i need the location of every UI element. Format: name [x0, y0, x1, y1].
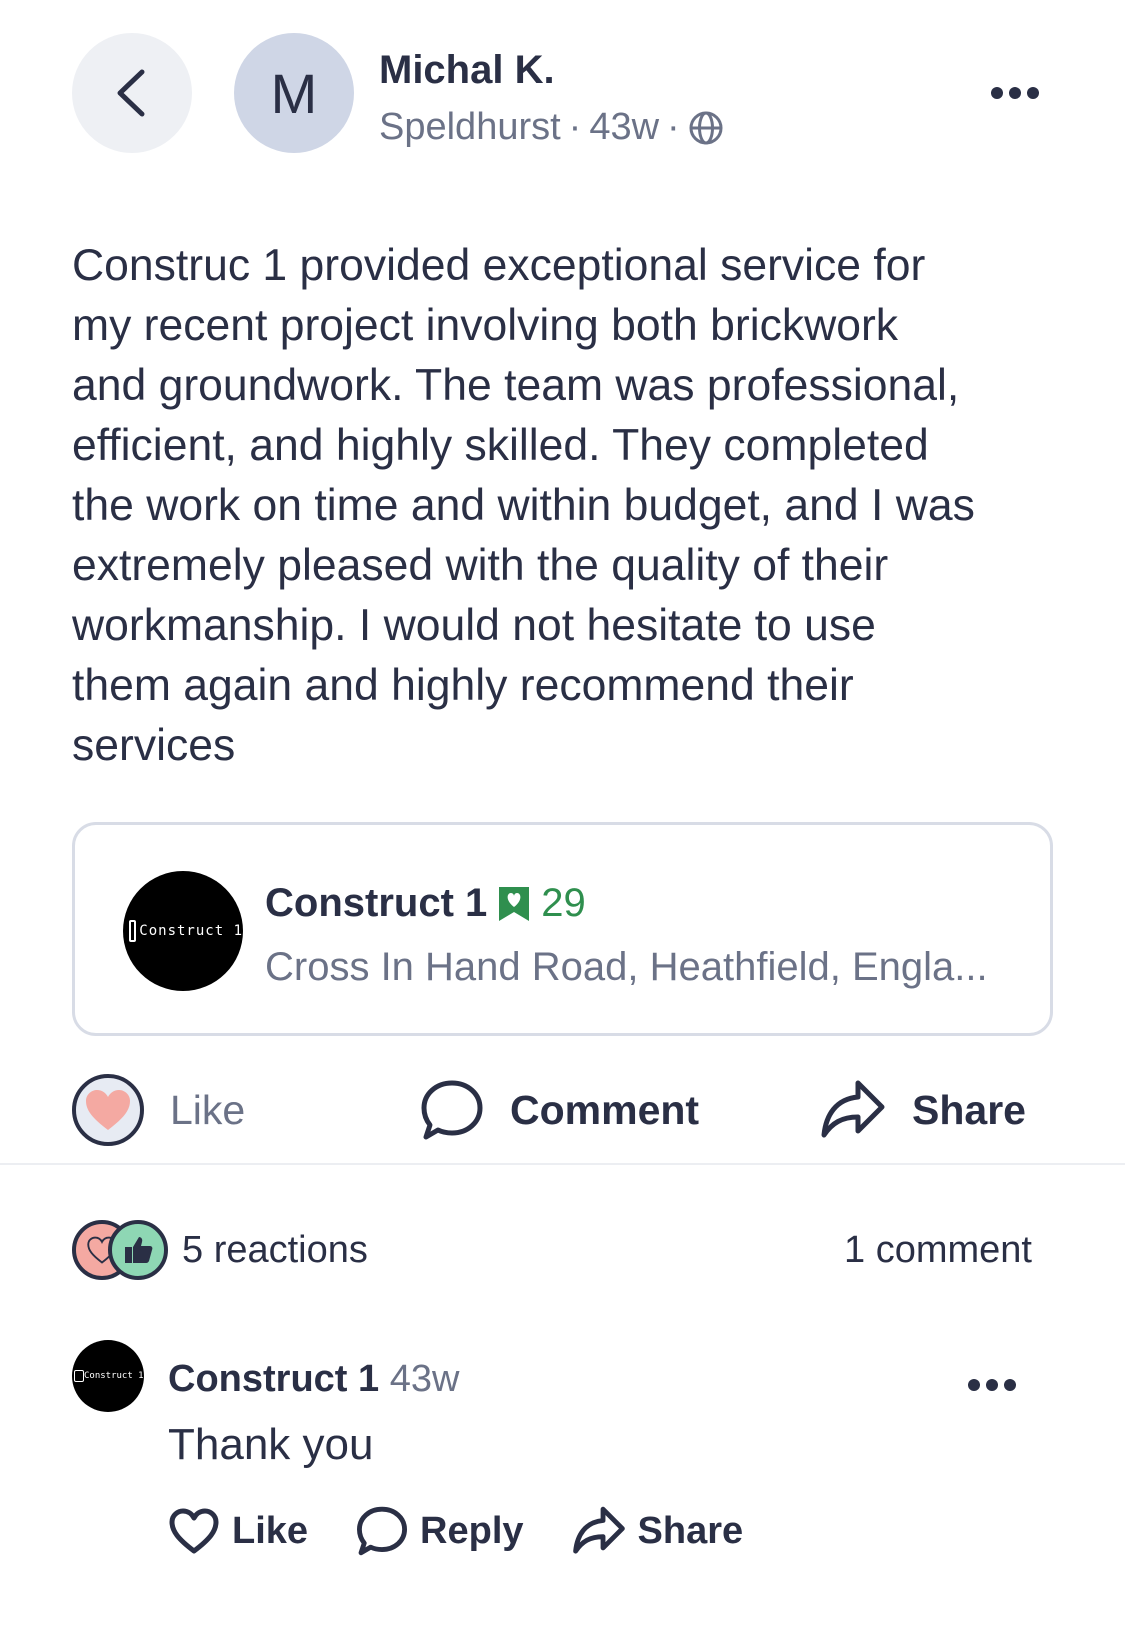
logo-house-icon: [74, 1370, 84, 1382]
more-dots-icon: [991, 87, 1003, 99]
thumbs-up-reaction-icon: [108, 1220, 168, 1280]
comment-share-label: Share: [637, 1509, 744, 1552]
post-header: M Michal K. Speldhurst · 43w ·: [0, 0, 1125, 190]
comment-reply-button[interactable]: Reply: [356, 1506, 524, 1556]
thumbs-up-icon: [125, 1237, 153, 1263]
like-circle: [72, 1074, 144, 1146]
business-name: Construct 1: [265, 881, 488, 925]
comment-avatar[interactable]: Construct 1: [72, 1340, 144, 1412]
share-label: Share: [912, 1086, 1026, 1133]
share-arrow-icon: [821, 1080, 885, 1138]
meta-separator: ·: [568, 106, 582, 148]
comment-more-button[interactable]: [962, 1370, 1022, 1400]
post-actions: Like Comment Share: [0, 1060, 1125, 1165]
more-dot: [1009, 87, 1021, 99]
comment-actions: Like Reply Share: [168, 1495, 743, 1567]
reactions-summary[interactable]: 5 reactions: [72, 1220, 368, 1280]
like-label: Like: [170, 1086, 246, 1133]
reactions-count: 5 reactions: [182, 1228, 368, 1271]
business-name-row: Construct 1 29: [265, 881, 586, 926]
comment-bubble-icon: [357, 1506, 408, 1556]
more-dots-icon: [968, 1379, 980, 1391]
share-arrow-icon: [572, 1506, 625, 1554]
back-chevron-icon: [117, 69, 145, 117]
back-button[interactable]: [72, 33, 192, 153]
business-address: Cross In Hand Road, Heathfield, Engla...: [265, 945, 988, 989]
logo-house-icon: [129, 920, 137, 942]
favorite-badge-icon: [499, 886, 530, 921]
comment-logo-text: Construct 1: [84, 1371, 144, 1381]
comment-reply-label: Reply: [420, 1509, 524, 1552]
post-stats: 5 reactions 1 comment: [72, 1215, 1032, 1285]
comment-author-row: Construct 1 43w: [168, 1358, 459, 1401]
more-dot: [1004, 1379, 1016, 1391]
author-avatar[interactable]: M: [234, 33, 354, 153]
business-card[interactable]: Construct 1 Construct 1 29 Cross In Hand…: [72, 822, 1053, 1036]
reaction-icons: [72, 1220, 168, 1280]
avatar-initial: M: [270, 61, 318, 125]
comments-count[interactable]: 1 comment: [844, 1229, 1032, 1272]
comment-bubble-icon: [421, 1080, 483, 1140]
comment-share-button[interactable]: Share: [572, 1506, 744, 1556]
share-button[interactable]: Share: [820, 1070, 1026, 1150]
comment-button[interactable]: Comment: [420, 1070, 699, 1150]
author-location: Speldhurst: [379, 106, 561, 148]
post-age: 43w: [589, 106, 660, 148]
post-text: Construc 1 provided exceptional service …: [72, 241, 975, 770]
meta-separator: ·: [667, 106, 680, 148]
post-meta: Speldhurst · 43w ·: [379, 106, 724, 149]
post-more-button[interactable]: [985, 78, 1045, 108]
heart-icon: [86, 1090, 130, 1130]
globe-icon: [689, 111, 723, 144]
comment-like-button[interactable]: Like: [168, 1507, 308, 1555]
heart-outline-icon: [169, 1508, 219, 1554]
comment-text: Thank you: [168, 1420, 374, 1469]
author-name[interactable]: Michal K.: [379, 48, 555, 93]
more-dot: [986, 1379, 998, 1391]
like-button[interactable]: Like: [72, 1070, 245, 1150]
comment-age: 43w: [389, 1358, 460, 1400]
more-dot: [1027, 87, 1039, 99]
comment-author[interactable]: Construct 1: [168, 1358, 379, 1400]
comment-label: Comment: [510, 1086, 700, 1133]
logo-text: Construct 1: [139, 923, 243, 939]
favorites-count: 29: [541, 881, 586, 925]
comment-like-label: Like: [232, 1509, 309, 1552]
business-logo: Construct 1: [123, 871, 243, 991]
